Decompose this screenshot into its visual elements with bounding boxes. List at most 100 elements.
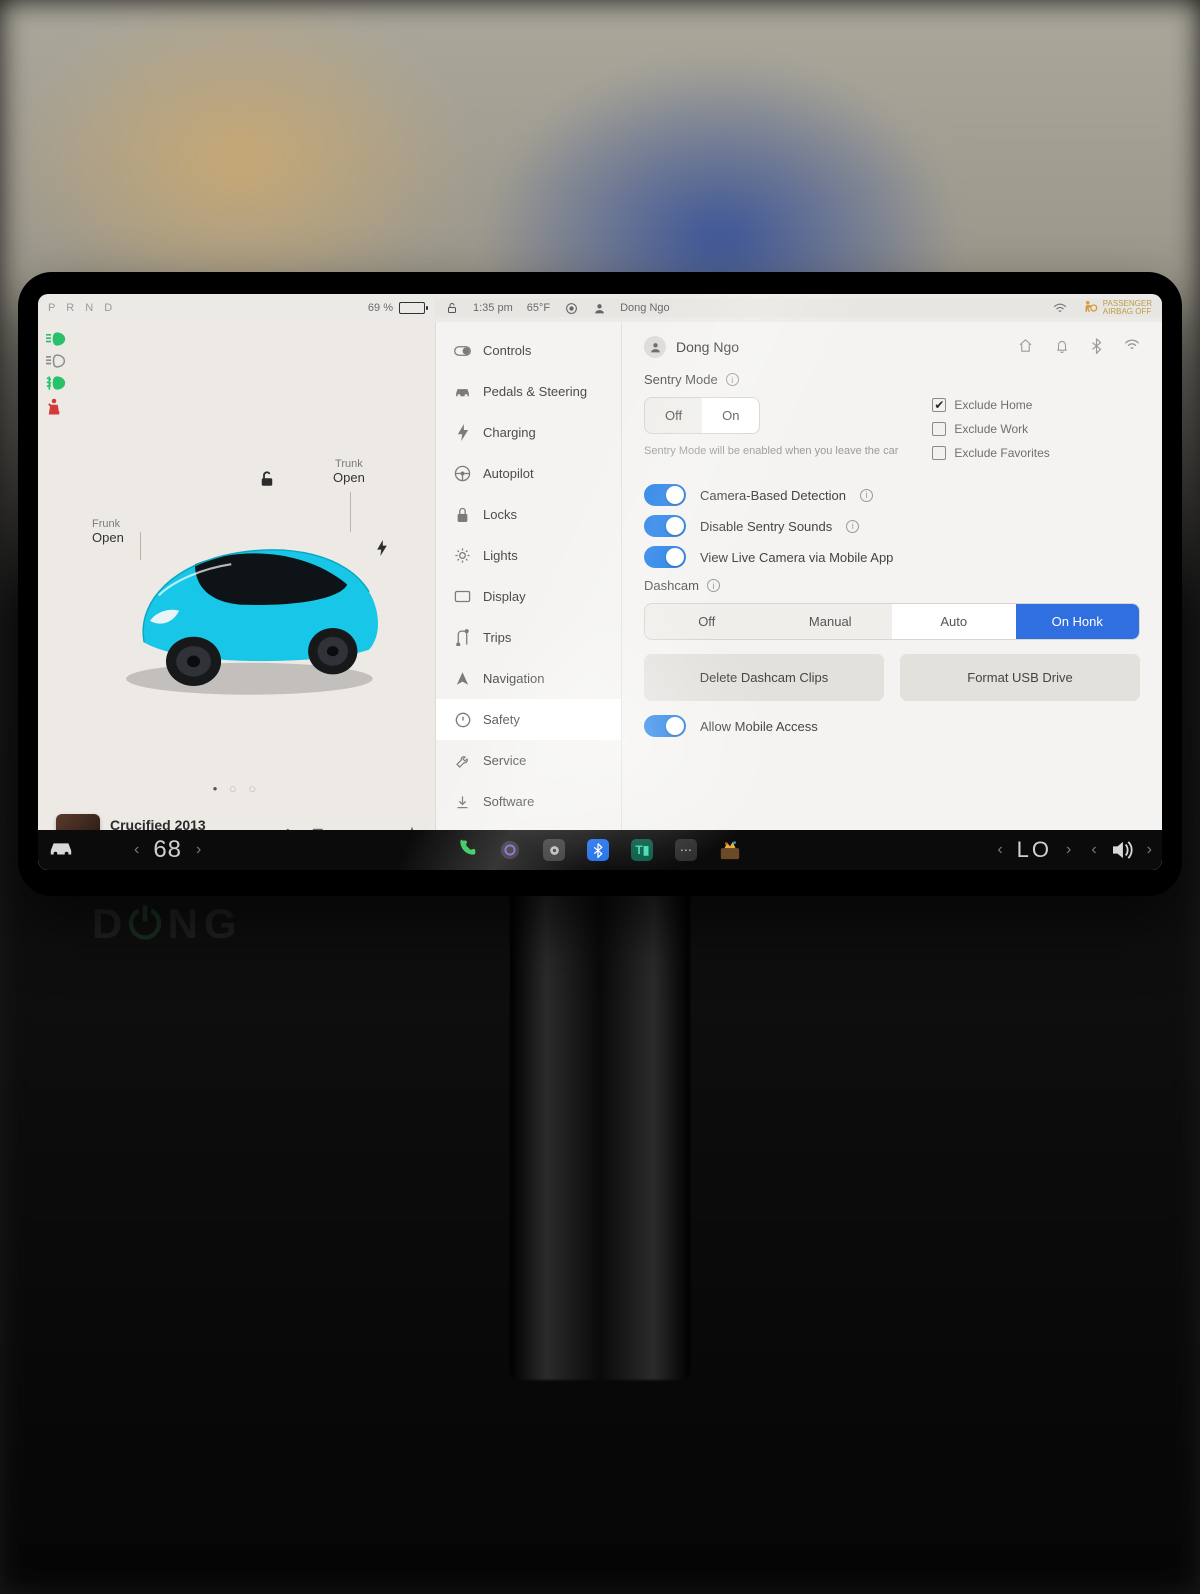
passenger-temp-control[interactable]: ‹ LO ›	[997, 837, 1071, 863]
trunk-status[interactable]: TrunkOpen	[333, 458, 365, 485]
nav-controls[interactable]: Controls	[436, 330, 621, 371]
gear-indicator: P R N D	[48, 302, 116, 314]
format-usb-button[interactable]: Format USB Drive	[900, 654, 1140, 701]
tablet-bezel: P R N D 69 % 1:35 pm 65°F D	[18, 272, 1182, 896]
toybox-app-icon[interactable]	[719, 839, 741, 861]
low-beam-icon	[46, 332, 66, 346]
allow-mobile-label: Allow Mobile Access	[700, 719, 818, 734]
lock-icon	[454, 506, 471, 523]
camera-detection-toggle[interactable]	[644, 484, 686, 506]
sentry-mode-toggle[interactable]: Off On	[644, 397, 760, 434]
fog-light-icon	[46, 376, 66, 390]
avatar-icon[interactable]	[644, 336, 666, 358]
profile-icon[interactable]	[592, 301, 606, 315]
nav-safety[interactable]: Safety	[436, 699, 621, 740]
screen: P R N D 69 % 1:35 pm 65°F D	[38, 294, 1162, 870]
car-visualization-pane: FrunkOpen TrunkOpen	[38, 322, 435, 870]
bell-icon[interactable]	[1055, 338, 1069, 357]
route-icon	[454, 629, 471, 646]
telltale-stack	[46, 332, 66, 416]
exclude-home-checkbox[interactable]: ✔Exclude Home	[932, 398, 1049, 412]
dashcam-off-button[interactable]: Off	[645, 604, 769, 639]
high-beam-icon	[46, 354, 66, 368]
dashcam-mode-selector[interactable]: Off Manual Auto On Honk	[644, 603, 1140, 640]
nav-navigation[interactable]: Navigation	[436, 658, 621, 699]
camera-app-icon[interactable]	[499, 839, 521, 861]
allow-mobile-toggle[interactable]	[644, 715, 686, 737]
nav-charging[interactable]: Charging	[436, 412, 621, 453]
temp-down-icon[interactable]: ‹	[134, 841, 139, 859]
sentry-indicator-icon[interactable]	[564, 301, 578, 315]
nav-trips[interactable]: Trips	[436, 617, 621, 658]
toggle-icon	[454, 342, 471, 359]
nav-lights[interactable]: Lights	[436, 535, 621, 576]
disable-sounds-toggle[interactable]	[644, 515, 686, 537]
temp-up-icon[interactable]: ›	[196, 841, 201, 859]
wifi-icon[interactable]	[1124, 338, 1140, 357]
dashcam-label: Dashcam	[644, 578, 699, 593]
airbag-warning: PASSENGERAIRBAG OFF	[1081, 299, 1152, 317]
passenger-temp: LO	[1017, 837, 1052, 863]
profile-name[interactable]: Dong Ngo	[620, 302, 670, 314]
info-icon[interactable]: i	[860, 489, 873, 502]
exclude-favorites-checkbox[interactable]: Exclude Favorites	[932, 446, 1049, 460]
bluetooth-icon[interactable]	[1091, 338, 1102, 357]
car-icon	[454, 383, 471, 400]
nav-software[interactable]: Software	[436, 781, 621, 822]
temp-up-icon[interactable]: ›	[1066, 841, 1071, 859]
outside-temp: 65°F	[527, 302, 550, 314]
volume-control[interactable]: ‹ ›	[1091, 841, 1152, 859]
dashcam-manual-button[interactable]: Manual	[769, 604, 893, 639]
panel-profile-name: Dong Ngo	[676, 339, 739, 355]
alert-icon	[454, 711, 471, 728]
display-icon	[454, 588, 471, 605]
nav-autopilot[interactable]: Autopilot	[436, 453, 621, 494]
bolt-icon	[454, 424, 471, 441]
disable-sounds-label: Disable Sentry Sounds	[700, 519, 832, 534]
phone-app-icon[interactable]	[457, 838, 477, 863]
volume-icon[interactable]	[1111, 841, 1133, 859]
vol-down-icon[interactable]: ‹	[1091, 841, 1096, 859]
info-icon[interactable]: i	[846, 520, 859, 533]
camera-detection-label: Camera-Based Detection	[700, 488, 846, 503]
exclude-work-checkbox[interactable]: Exclude Work	[932, 422, 1049, 436]
car-app-icon[interactable]	[48, 840, 74, 861]
dashcam-app-icon[interactable]	[543, 839, 565, 861]
page-indicator[interactable]: • ○ ○	[38, 781, 435, 796]
seatbelt-warning-icon	[46, 398, 62, 416]
nav-display[interactable]: Display	[436, 576, 621, 617]
delete-clips-button[interactable]: Delete Dashcam Clips	[644, 654, 884, 701]
dashcam-auto-button[interactable]: Auto	[892, 604, 1016, 639]
driver-temp: 68	[153, 836, 182, 864]
sun-icon	[454, 547, 471, 564]
temp-down-icon[interactable]: ‹	[997, 841, 1002, 859]
car-render[interactable]	[108, 512, 398, 701]
battery-indicator[interactable]: 69 %	[368, 302, 425, 314]
info-icon[interactable]: i	[726, 373, 739, 386]
bluetooth-app-icon[interactable]	[587, 839, 609, 861]
driver-temp-control[interactable]: ‹ 68 ›	[134, 836, 201, 864]
info-icon[interactable]: i	[707, 579, 720, 592]
steering-icon	[454, 465, 471, 482]
settings-nav: Controls Pedals & Steering Charging Auto…	[436, 322, 622, 870]
sentry-off-button[interactable]: Off	[645, 398, 702, 433]
nav-service[interactable]: Service	[436, 740, 621, 781]
unlock-icon[interactable]	[258, 470, 276, 493]
all-apps-icon[interactable]: ⋯	[675, 839, 697, 861]
energy-app-icon[interactable]: T▮	[631, 839, 653, 861]
nav-locks[interactable]: Locks	[436, 494, 621, 535]
dashcam-honk-button[interactable]: On Honk	[1016, 604, 1140, 639]
sentry-on-button[interactable]: On	[702, 398, 759, 433]
wifi-icon[interactable]	[1053, 301, 1067, 315]
lock-icon[interactable]	[445, 301, 459, 315]
download-icon	[454, 793, 471, 810]
settings-pane: Controls Pedals & Steering Charging Auto…	[435, 322, 1162, 870]
navigation-icon	[454, 670, 471, 687]
vol-up-icon[interactable]: ›	[1147, 841, 1152, 859]
clock: 1:35 pm	[473, 302, 513, 314]
nav-pedals[interactable]: Pedals & Steering	[436, 371, 621, 412]
live-camera-label: View Live Camera via Mobile App	[700, 550, 893, 565]
live-camera-toggle[interactable]	[644, 546, 686, 568]
homelink-icon[interactable]	[1018, 338, 1033, 357]
bottom-dock: ‹ 68 › T▮ ⋯ ‹ LO › ‹	[38, 830, 1162, 870]
